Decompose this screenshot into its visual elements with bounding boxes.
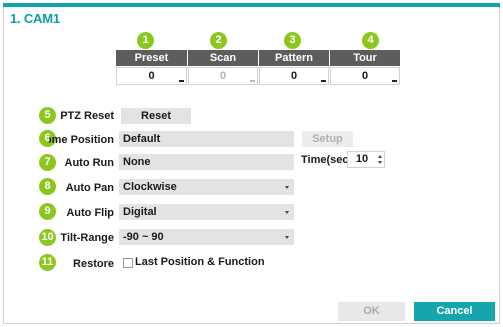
preset-header: Preset: [116, 50, 187, 66]
scan-value: 0: [188, 67, 258, 85]
chevron-down-icon: [285, 186, 289, 189]
auto-pan-select[interactable]: Clockwise: [119, 179, 294, 195]
spin-up-icon[interactable]: [378, 155, 382, 158]
scan-header: Scan: [188, 50, 258, 66]
scan-value-text: 0: [219, 70, 227, 82]
spin-down-icon[interactable]: [378, 161, 382, 164]
reset-button[interactable]: Reset: [121, 108, 191, 124]
pattern-value[interactable]: 0: [259, 67, 329, 85]
edit-corner-icon: [321, 80, 326, 82]
badge-1-icon: 1: [137, 32, 154, 49]
auto-pan-label: Auto Pan: [65, 182, 114, 194]
auto-run-field[interactable]: None: [119, 154, 294, 170]
tour-value-text: 0: [361, 70, 369, 82]
setup-button: Setup: [302, 131, 353, 147]
tilt-range-label: Tilt-Range: [60, 232, 114, 244]
preset-value[interactable]: 0: [116, 67, 187, 85]
badge-10-icon: 10: [39, 229, 56, 246]
edit-corner-icon: [392, 80, 397, 82]
edit-corner-icon: [179, 80, 184, 82]
badge-9-icon: 9: [39, 203, 56, 220]
preset-value-text: 0: [148, 70, 155, 82]
restore-label: Restore: [73, 258, 114, 270]
badge-5-icon: 5: [39, 107, 56, 124]
accent-bar: [3, 3, 500, 7]
badge-11-icon: 11: [39, 254, 56, 271]
tour-header: Tour: [330, 50, 400, 66]
badge-4-icon: 4: [362, 32, 379, 49]
restore-checkbox[interactable]: [123, 258, 133, 268]
badge-8-icon: 8: [39, 178, 56, 195]
auto-flip-value: Digital: [123, 206, 157, 218]
home-position-field[interactable]: Default: [119, 131, 294, 147]
camera-title: 1. CAM1: [10, 11, 60, 26]
tilt-range-select[interactable]: -90 ~ 90: [119, 229, 294, 245]
pattern-value-text: 0: [290, 70, 298, 82]
tour-value[interactable]: 0: [330, 67, 400, 85]
badge-7-icon: 7: [39, 154, 56, 171]
chevron-down-icon: [285, 236, 289, 239]
tilt-range-value: -90 ~ 90: [123, 231, 164, 243]
chevron-down-icon: [285, 211, 289, 214]
auto-flip-label: Auto Flip: [66, 207, 114, 219]
badge-3-icon: 3: [284, 32, 301, 49]
auto-flip-select[interactable]: Digital: [119, 204, 294, 220]
badge-2-icon: 2: [210, 32, 227, 49]
edit-corner-icon: [250, 80, 255, 82]
time-value: 10: [355, 153, 369, 165]
pattern-header: Pattern: [259, 50, 329, 66]
auto-run-label: Auto Run: [64, 157, 114, 169]
cancel-button[interactable]: Cancel: [414, 302, 495, 321]
auto-pan-value: Clockwise: [123, 181, 177, 193]
restore-checkbox-label[interactable]: Last Position & Function: [135, 256, 265, 268]
ptz-reset-label: PTZ Reset: [60, 110, 114, 122]
ok-button: OK: [338, 302, 405, 321]
time-stepper[interactable]: 10: [347, 151, 385, 168]
